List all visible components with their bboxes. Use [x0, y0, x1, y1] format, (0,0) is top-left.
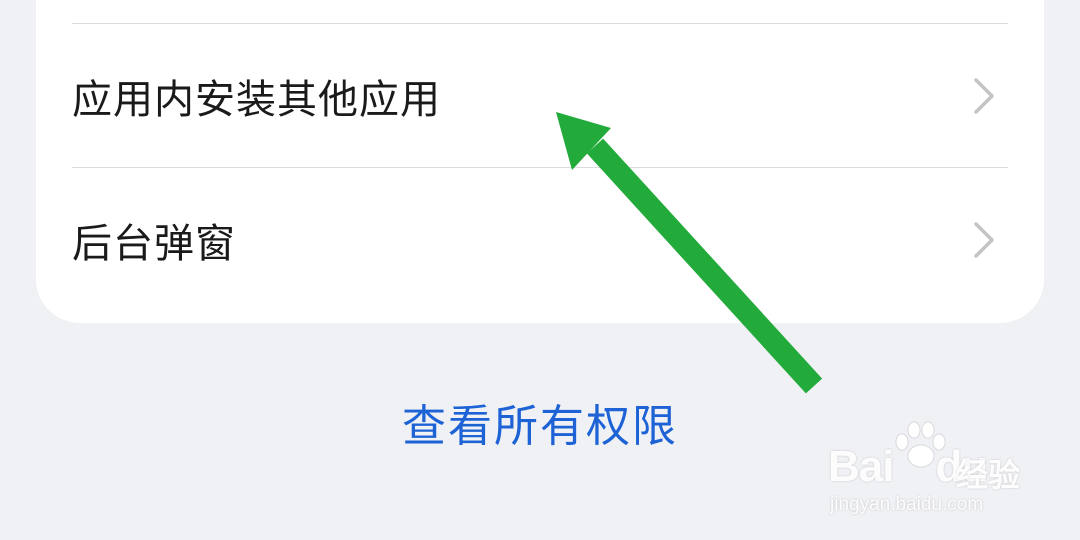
permissions-screen: 应用内安装其他应用 后台弹窗 查看所有权限 Bai du 经验 jingyan.… [0, 0, 1080, 540]
watermark-url: jingyan.baidu.com [830, 494, 984, 515]
list-item-label: 应用内安装其他应用 [72, 77, 441, 123]
row-divider [72, 167, 1008, 168]
chevron-right-icon [964, 220, 1004, 260]
list-item-background-popup[interactable]: 后台弹窗 [72, 169, 1008, 311]
list-item-install-other-apps[interactable]: 应用内安装其他应用 [72, 25, 1008, 167]
list-item-label: 后台弹窗 [72, 221, 236, 267]
top-divider [72, 23, 1008, 24]
chevron-right-icon [964, 76, 1004, 116]
view-all-permissions-link[interactable]: 查看所有权限 [0, 390, 1080, 454]
watermark-product: 经验 [956, 456, 1021, 494]
